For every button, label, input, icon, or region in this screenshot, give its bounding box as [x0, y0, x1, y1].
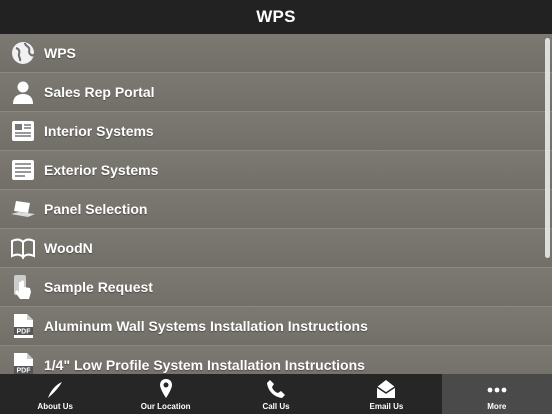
menu-item-label: Sales Rep Portal	[44, 84, 155, 100]
menu-item-interior-systems[interactable]: Interior Systems	[0, 112, 552, 151]
tab-call-us[interactable]: Call Us	[221, 374, 331, 414]
pdf-icon: PDF	[9, 312, 37, 340]
menu-item-low-profile-instructions[interactable]: PDF 1/4" Low Profile System Installation…	[0, 346, 552, 374]
menu-item-sales-rep-portal[interactable]: Sales Rep Portal	[0, 73, 552, 112]
menu-item-label: WPS	[44, 45, 76, 61]
phone-icon	[267, 380, 286, 398]
menu-item-label: 1/4" Low Profile System Installation Ins…	[44, 357, 365, 373]
tab-more[interactable]: More	[441, 374, 552, 414]
envelope-icon	[377, 380, 396, 398]
touch-icon	[9, 273, 37, 301]
tab-email-us[interactable]: Email Us	[331, 374, 441, 414]
menu-item-panel-selection[interactable]: Panel Selection	[0, 190, 552, 229]
tab-label: Our Location	[140, 402, 191, 411]
newspaper-icon	[9, 117, 37, 145]
tab-label: About Us	[37, 402, 73, 411]
tab-label: Call Us	[262, 402, 290, 411]
app-header: WPS	[0, 0, 552, 34]
menu-item-label: Aluminum Wall Systems Installation Instr…	[44, 318, 368, 334]
svg-text:PDF: PDF	[17, 329, 32, 336]
more-dots-icon	[487, 387, 507, 393]
menu-item-label: Interior Systems	[44, 123, 154, 139]
page-title: WPS	[256, 7, 296, 26]
menu-item-wps[interactable]: WPS	[0, 34, 552, 73]
menu-item-aluminum-wall-instructions[interactable]: PDF Aluminum Wall Systems Installation I…	[0, 307, 552, 346]
menu-item-label: Sample Request	[44, 279, 153, 295]
book-icon	[9, 234, 37, 262]
menu-item-sample-request[interactable]: Sample Request	[0, 268, 552, 307]
menu-item-label: WoodN	[44, 240, 93, 256]
person-icon	[9, 78, 37, 106]
tab-our-location[interactable]: Our Location	[110, 374, 220, 414]
menu-item-exterior-systems[interactable]: Exterior Systems	[0, 151, 552, 190]
laptop-icon	[9, 195, 37, 223]
feather-icon	[48, 382, 63, 398]
menu-item-label: Exterior Systems	[44, 162, 159, 178]
menu-item-label: Panel Selection	[44, 201, 148, 217]
tab-label: More	[487, 402, 507, 411]
scrollbar[interactable]	[545, 38, 550, 258]
pdf-icon: PDF	[9, 351, 37, 374]
map-pin-icon	[159, 379, 172, 398]
tab-label: Email Us	[369, 402, 404, 411]
menu-item-woodn[interactable]: WoodN	[0, 229, 552, 268]
bottom-tab-bar: About Us Our Location Call Us Email Us M…	[0, 374, 552, 414]
document-icon	[9, 156, 37, 184]
menu-list[interactable]: WPS Sales Rep Portal Interior Systems Ex…	[0, 34, 552, 374]
tab-about-us[interactable]: About Us	[0, 374, 110, 414]
globe-icon	[9, 39, 37, 67]
